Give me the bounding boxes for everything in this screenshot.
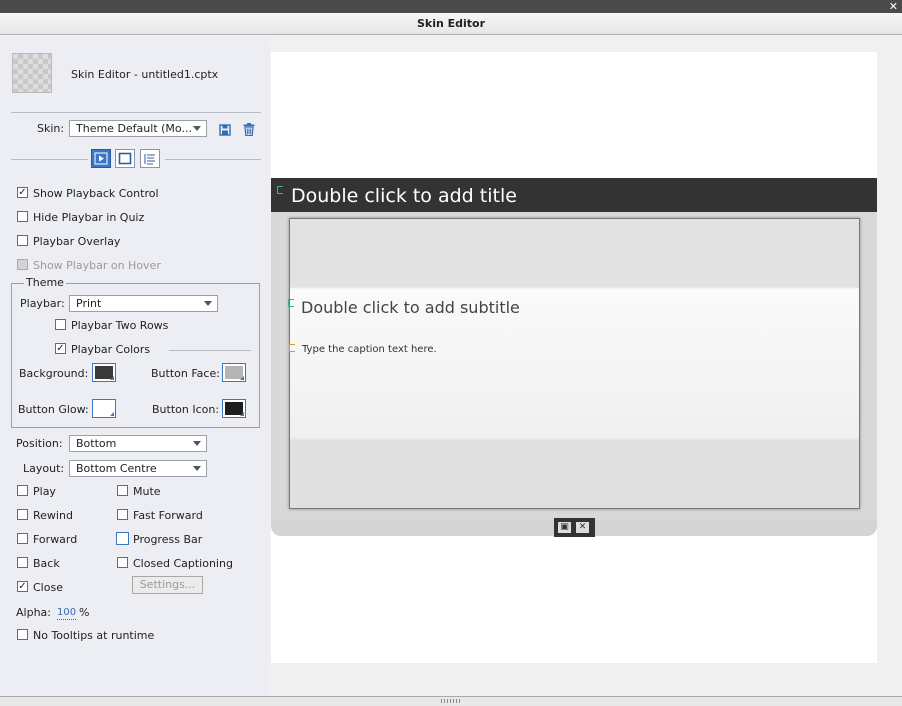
show-playbar-on-hover-checkbox[interactable] bbox=[17, 259, 28, 270]
back-checkbox[interactable] bbox=[17, 557, 28, 568]
playbar-two-rows-label: Playbar Two Rows bbox=[71, 319, 169, 332]
skin-label: Skin: bbox=[37, 122, 65, 135]
title-marker-icon bbox=[277, 186, 283, 194]
subtitle-marker-icon bbox=[288, 299, 294, 307]
fast-forward-checkbox[interactable] bbox=[117, 509, 128, 520]
playbar-dropdown[interactable]: Print bbox=[69, 295, 218, 312]
rewind-label: Rewind bbox=[33, 509, 73, 522]
window-close-icon[interactable]: ✕ bbox=[889, 0, 898, 13]
hide-playbar-in-quiz-label: Hide Playbar in Quiz bbox=[33, 211, 145, 224]
playbar-controls: ▣ ✕ bbox=[554, 518, 595, 537]
closed-captioning-label: Closed Captioning bbox=[133, 557, 233, 570]
print-icon[interactable]: ▣ bbox=[558, 522, 571, 533]
tab-borders[interactable] bbox=[115, 149, 135, 168]
button-glow-color-swatch[interactable] bbox=[92, 399, 116, 418]
close-label: Close bbox=[33, 581, 63, 594]
divider bbox=[169, 350, 251, 351]
slide-card bbox=[289, 218, 860, 509]
layout-label: Layout: bbox=[23, 462, 65, 475]
subtitle-placeholder[interactable]: Double click to add subtitle bbox=[301, 298, 520, 317]
play-checkbox[interactable] bbox=[17, 485, 28, 496]
alpha-unit: % bbox=[79, 606, 90, 619]
alpha-label: Alpha: bbox=[16, 606, 51, 619]
progress-bar-checkbox[interactable] bbox=[116, 532, 129, 545]
settings-button[interactable]: Settings... bbox=[132, 576, 203, 594]
forward-checkbox[interactable] bbox=[17, 533, 28, 544]
show-playback-control-checkbox[interactable]: ✓ bbox=[17, 187, 28, 198]
show-playback-control-label: Show Playback Control bbox=[33, 187, 159, 200]
play-label: Play bbox=[33, 485, 56, 498]
border-icon bbox=[118, 152, 132, 165]
resize-grip-icon[interactable] bbox=[441, 699, 461, 703]
tab-playback[interactable] bbox=[91, 149, 111, 168]
close-icon[interactable]: ✕ bbox=[576, 522, 589, 533]
playbar-label: Playbar: bbox=[20, 297, 65, 310]
theme-legend: Theme bbox=[24, 276, 66, 289]
closed-captioning-checkbox[interactable] bbox=[117, 557, 128, 568]
dialog-title: Skin Editor bbox=[0, 13, 902, 35]
show-playbar-on-hover-label: Show Playbar on Hover bbox=[33, 259, 161, 272]
background-color-swatch[interactable] bbox=[92, 363, 116, 382]
skin-preview: Double click to add title Double click t… bbox=[271, 52, 877, 663]
button-face-label: Button Face: bbox=[151, 367, 220, 380]
button-glow-label: Button Glow: bbox=[18, 403, 89, 416]
trash-icon[interactable] bbox=[243, 123, 255, 136]
close-checkbox[interactable]: ✓ bbox=[17, 581, 28, 592]
chevron-down-icon bbox=[193, 126, 201, 131]
play-icon bbox=[94, 152, 108, 165]
mute-checkbox[interactable] bbox=[117, 485, 128, 496]
button-icon-label: Button Icon: bbox=[152, 403, 220, 416]
fast-forward-label: Fast Forward bbox=[133, 509, 203, 522]
chevron-down-icon bbox=[204, 301, 212, 306]
forward-label: Forward bbox=[33, 533, 78, 546]
skin-dropdown[interactable]: Theme Default (Mo... bbox=[69, 120, 207, 137]
playbar-overlay-label: Playbar Overlay bbox=[33, 235, 121, 248]
mute-label: Mute bbox=[133, 485, 161, 498]
divider bbox=[165, 159, 261, 160]
rewind-checkbox[interactable] bbox=[17, 509, 28, 520]
position-dropdown[interactable]: Bottom bbox=[69, 435, 207, 452]
chevron-down-icon bbox=[193, 441, 201, 446]
chevron-down-icon bbox=[193, 466, 201, 471]
playbar-colors-checkbox[interactable]: ✓ bbox=[55, 343, 66, 354]
window-top-strip: ✕ bbox=[0, 0, 902, 13]
save-icon[interactable] bbox=[219, 124, 231, 136]
skin-thumbnail bbox=[12, 53, 52, 93]
caption-marker-icon bbox=[289, 344, 295, 352]
skin-file-label: Skin Editor - untitled1.cptx bbox=[71, 68, 219, 81]
settings-panel: Skin Editor - untitled1.cptx Skin: Theme… bbox=[0, 36, 270, 696]
divider bbox=[11, 112, 261, 113]
divider bbox=[11, 159, 88, 160]
playbar-overlay-checkbox[interactable] bbox=[17, 235, 28, 246]
position-label: Position: bbox=[16, 437, 63, 450]
alpha-value[interactable]: 100 bbox=[57, 606, 77, 620]
button-icon-color-swatch[interactable] bbox=[222, 399, 246, 418]
hide-playbar-in-quiz-checkbox[interactable] bbox=[17, 211, 28, 222]
no-tooltips-label: No Tooltips at runtime bbox=[33, 629, 155, 642]
caption-placeholder[interactable]: Type the caption text here. bbox=[302, 344, 437, 355]
status-bar bbox=[0, 696, 902, 706]
title-placeholder[interactable]: Double click to add title bbox=[291, 185, 517, 207]
no-tooltips-checkbox[interactable] bbox=[17, 629, 28, 640]
playbar-colors-label: Playbar Colors bbox=[71, 343, 151, 356]
list-icon bbox=[144, 154, 155, 165]
background-label: Background: bbox=[19, 367, 89, 380]
button-face-color-swatch[interactable] bbox=[222, 363, 246, 382]
layout-dropdown[interactable]: Bottom Centre bbox=[69, 460, 207, 477]
back-label: Back bbox=[33, 557, 60, 570]
tab-toc[interactable] bbox=[140, 149, 160, 168]
playbar-two-rows-checkbox[interactable] bbox=[55, 319, 66, 330]
progress-bar-label: Progress Bar bbox=[133, 533, 203, 546]
